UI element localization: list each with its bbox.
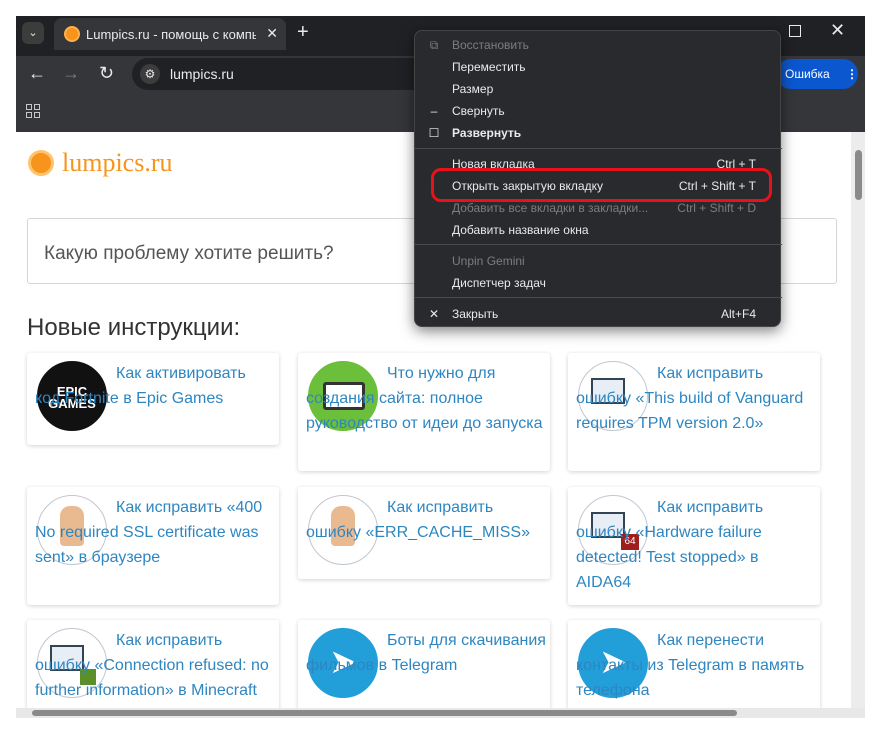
highlight-annotation [431,168,772,202]
menu-item-maximize[interactable]: ☐ Развернуть [415,122,782,144]
menu-item-close[interactable]: ✕ Закрыть Alt+F4 [415,303,782,325]
menu-item-task-manager[interactable]: Диспетчер задач [415,272,782,294]
vertical-scrollbar[interactable] [851,132,865,708]
site-info-icon[interactable]: ⚙ [140,64,160,84]
article-title[interactable]: Как исправить ошибку «Connection refused… [35,628,275,703]
article-title[interactable]: Как исправить ошибку «This build of Vang… [576,361,816,436]
article-title[interactable]: Что нужно для создания сайта: полное рук… [306,361,546,436]
apps-grid-icon[interactable] [26,104,40,118]
menu-item-minimize[interactable]: – Свернуть [415,100,782,122]
article-card[interactable]: Как исправить «400 No required SSL certi… [27,487,279,605]
back-button[interactable]: ← [28,63,46,84]
article-title[interactable]: Боты для скачивания фильмов в Telegram [306,628,546,678]
section-title: Новые инструкции: [27,314,241,341]
new-tab-button[interactable]: + [297,21,309,44]
horizontal-scrollbar[interactable] [16,708,865,718]
article-card[interactable]: 64 Как исправить ошибку «Hardware failur… [568,487,820,605]
tab-close-icon[interactable]: ✕ [266,25,278,42]
error-chip-label: Ошибка [785,67,830,81]
lumpics-favicon-icon [64,26,80,42]
menu-separator [415,297,782,298]
article-card[interactable]: Как исправить ошибку «ERR_CACHE_MISS» [298,487,550,579]
article-card[interactable]: Что нужно для создания сайта: полное рук… [298,353,550,471]
kebab-menu-icon[interactable]: ⋮ [846,59,858,89]
error-profile-chip[interactable]: Ошибка ⋮ [776,59,858,89]
menu-item-size[interactable]: Размер [415,78,782,100]
restore-icon: ⧉ [429,38,439,52]
article-card[interactable]: Как исправить ошибку «Connection refused… [27,620,279,708]
search-placeholder: Какую проблему хотите решить? [44,243,334,264]
reload-button[interactable]: ↻ [99,63,114,84]
tab-search-button[interactable]: ⌄ [22,22,44,44]
article-card[interactable]: Как исправить ошибку «This build of Vang… [568,353,820,471]
scrollbar-thumb[interactable] [855,150,862,200]
tab-title: Lumpics.ru - помощь с компьютером [86,27,256,42]
article-title[interactable]: Как исправить ошибку «Hardware failure d… [576,495,816,595]
minimize-icon: – [430,104,438,118]
menu-item-name-window[interactable]: Добавить название окна [415,219,782,241]
menu-separator [415,244,782,245]
tab-lumpics[interactable]: Lumpics.ru - помощь с компьютером ✕ [54,18,286,50]
article-title[interactable]: Как перенести контакты из Telegram в пам… [576,628,816,703]
window-context-menu: ⧉ Восстановить Переместить Размер – Сверну… [414,30,782,327]
article-title[interactable]: Как исправить ошибку «ERR_CACHE_MISS» [306,495,546,545]
logo-text: lumpics.ru [62,148,173,177]
scrollbar-thumb[interactable] [32,710,737,716]
menu-item-restore[interactable]: ⧉ Восстановить [415,34,782,56]
orange-logo-icon [28,150,54,176]
forward-button[interactable]: → [62,63,80,84]
article-card[interactable]: EPIC GAMES Как активировать код Fortnite… [27,353,279,445]
close-icon: ✕ [428,307,440,321]
article-title[interactable]: Как исправить «400 No required SSL certi… [35,495,275,570]
article-title[interactable]: Как активировать код Fortnite в Epic Gam… [35,361,275,411]
menu-item-move[interactable]: Переместить [415,56,782,78]
menu-item-unpin-gemini[interactable]: Unpin Gemini [415,250,782,272]
window-close-button[interactable]: ✕ [830,20,845,41]
maximize-icon[interactable] [789,25,801,37]
url-text[interactable]: lumpics.ru [170,66,234,82]
article-card[interactable]: ➤ Как перенести контакты из Telegram в п… [568,620,820,708]
maximize-icon: ☐ [428,126,440,140]
article-card[interactable]: ➤ Боты для скачивания фильмов в Telegram [298,620,550,708]
menu-separator [415,148,782,149]
